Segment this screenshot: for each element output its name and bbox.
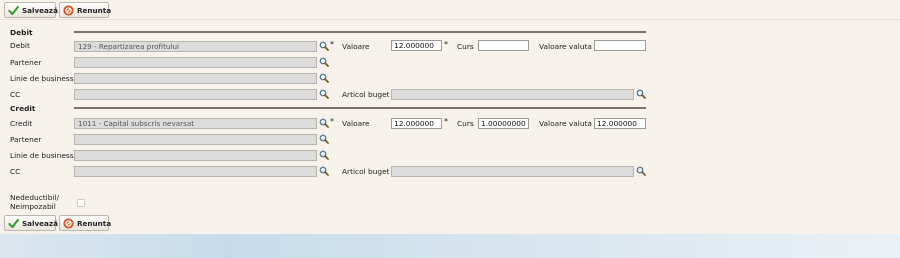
debit-partner-field[interactable]	[74, 57, 317, 68]
debit-account-lookup-icon[interactable]	[319, 41, 329, 51]
required-marker: *	[330, 40, 334, 49]
debit-cc-label: CC	[10, 90, 21, 99]
debit-rate-label: Curs	[457, 42, 474, 51]
credit-divider	[74, 107, 646, 109]
cancel-button-label: Renunta	[77, 218, 112, 228]
credit-amount-label: Valoare	[342, 119, 370, 128]
credit-cc-field[interactable]	[74, 166, 317, 177]
debit-amount-input[interactable]: 12.000000	[391, 40, 442, 51]
credit-currency-amount-label: Valoare valuta	[539, 119, 592, 128]
credit-budget-item-label: Articol buget	[342, 167, 390, 176]
debit-divider	[74, 31, 646, 33]
credit-amount-input[interactable]: 12.000000	[391, 118, 442, 129]
debit-business-line-lookup-icon[interactable]	[319, 73, 329, 83]
cancel-button-label: Renunta	[77, 5, 112, 15]
nondeductible-checkbox[interactable]	[77, 199, 85, 207]
cancel-circle-icon	[63, 218, 74, 229]
debit-partner-label: Partener	[10, 58, 42, 67]
credit-budget-item-lookup-icon[interactable]	[636, 166, 646, 176]
credit-partner-lookup-icon[interactable]	[319, 134, 329, 144]
save-button-label: Salvează	[22, 5, 58, 15]
credit-account-lookup-icon[interactable]	[319, 118, 329, 128]
debit-partner-lookup-icon[interactable]	[319, 57, 329, 67]
credit-section-title: Credit	[10, 104, 36, 113]
nondeductible-label: Nedeductibil/ Neimpozabil	[10, 193, 59, 211]
credit-business-line-lookup-icon[interactable]	[319, 150, 329, 160]
checkmark-icon	[8, 218, 19, 229]
required-marker: *	[444, 40, 448, 49]
debit-section-title: Debit	[10, 28, 33, 37]
debit-budget-item-label: Articol buget	[342, 90, 390, 99]
debit-business-line-field[interactable]	[74, 73, 317, 84]
debit-currency-amount-label: Valoare valuta	[539, 42, 592, 51]
credit-account-field[interactable]: 1011 - Capital subscris nevarsat	[74, 118, 317, 129]
required-marker: *	[330, 117, 334, 126]
credit-rate-input[interactable]: 1.00000000	[478, 118, 529, 129]
cancel-button-bottom[interactable]: Renunta	[59, 215, 112, 231]
nondeductible-label-line2: Neimpozabil	[10, 201, 56, 211]
debit-budget-item-lookup-icon[interactable]	[636, 89, 646, 99]
credit-cc-lookup-icon[interactable]	[319, 166, 329, 176]
debit-account-field[interactable]: 129 - Repartizarea profitului	[74, 41, 317, 52]
top-toolbar: Salvează Renunta	[0, 0, 900, 20]
debit-cc-lookup-icon[interactable]	[319, 89, 329, 99]
credit-business-line-field[interactable]	[74, 150, 317, 161]
checkmark-icon	[8, 5, 19, 16]
credit-rate-label: Curs	[457, 119, 474, 128]
save-button-top[interactable]: Salvează	[4, 2, 58, 18]
credit-currency-amount-input[interactable]: 12.000000	[594, 118, 646, 129]
credit-budget-item-field[interactable]	[391, 166, 634, 177]
credit-business-line-label: Linie de business	[10, 151, 74, 160]
debit-amount-label: Valoare	[342, 42, 370, 51]
debit-budget-item-field[interactable]	[391, 89, 634, 100]
debit-cc-field[interactable]	[74, 89, 317, 100]
debit-currency-amount-input[interactable]	[594, 40, 646, 51]
credit-account-label: Credit	[10, 119, 33, 128]
credit-cc-label: CC	[10, 167, 21, 176]
debit-account-label: Debit	[10, 41, 30, 50]
save-button-label: Salvează	[22, 218, 58, 228]
page-backdrop	[0, 234, 900, 258]
credit-partner-field[interactable]	[74, 134, 317, 145]
debit-rate-input[interactable]	[478, 40, 529, 51]
save-button-bottom[interactable]: Salvează	[4, 215, 58, 231]
cancel-circle-icon	[63, 5, 74, 16]
credit-partner-label: Partener	[10, 135, 42, 144]
cancel-button-top[interactable]: Renunta	[59, 2, 112, 18]
debit-business-line-label: Linie de business	[10, 74, 74, 83]
required-marker: *	[444, 117, 448, 126]
